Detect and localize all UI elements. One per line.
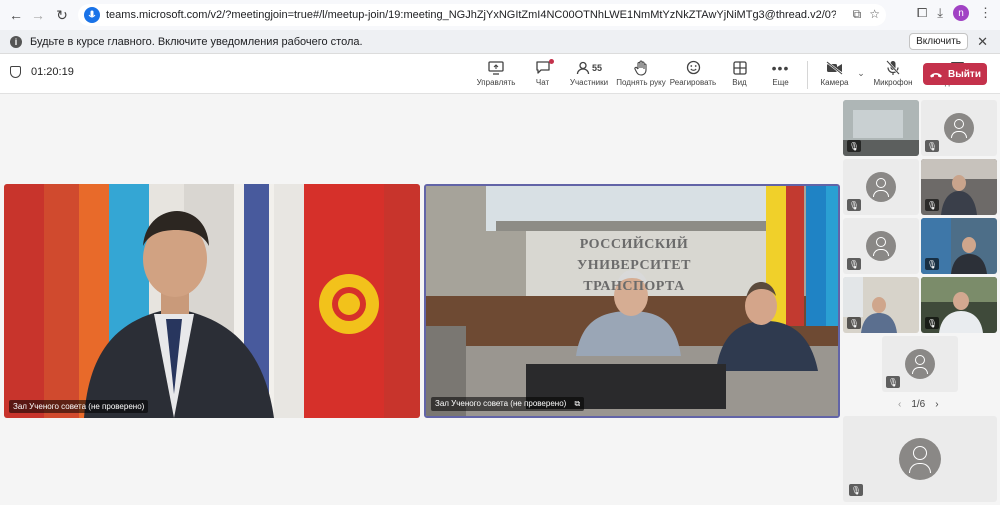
more-button[interactable]: ••• Еще [760,58,801,92]
chat-icon [535,58,554,77]
gallery-tile[interactable]: 🎙 [921,277,997,333]
page-indicator: 1/6 [911,399,926,410]
shield-icon [10,66,21,78]
hall-banner: РОССИЙСКИЙ УНИВЕРСИТЕТ ТРАНСПОРТА [569,234,699,297]
mic-muted-icon: 🎙 [847,258,861,270]
leave-label: Выйти [948,68,981,80]
forward-icon[interactable]: → [26,3,50,27]
leave-button[interactable]: Выйти [923,63,987,85]
avatar-icon [866,231,896,261]
url-text: teams.microsoft.com/v2/?meetingjoin=true… [106,9,836,21]
react-button[interactable]: Реагировать [667,58,719,92]
banner-line-3: ТРАНСПОРТА [583,279,685,294]
gallery-tile[interactable]: 🎙 [921,218,997,274]
video-tile-speaker[interactable]: Зал Ученого совета (не проверено) [4,184,420,418]
video-tile-hall[interactable]: РОССИЙСКИЙ УНИВЕРСИТЕТ ТРАНСПОРТА Зал Уч… [424,184,840,418]
enable-notifications-button[interactable]: Включить [909,33,968,50]
camera-button[interactable]: Камера [814,58,855,92]
gallery-tile[interactable]: 🎙 [921,159,997,215]
manage-button[interactable]: Управлять [470,58,522,92]
gallery-tile[interactable]: 🎙 [882,336,958,392]
avatar-icon [866,172,896,202]
mic-muted-icon: 🎙 [847,317,861,329]
avatar-icon [944,113,974,143]
more-label: Еще [772,78,789,87]
speaker-video-feed [4,184,420,418]
mic-muted-icon: 🎙 [925,199,939,211]
mic-muted-icon: 🎙 [925,140,939,152]
video-label: Зал Ученого совета (не проверено) [9,400,149,413]
raise-hand-icon [634,58,648,77]
participants-button[interactable]: 55 Участники [563,58,615,92]
self-view-tile[interactable]: 🎙 [843,416,997,502]
gallery-pager: ‹ 1/6 › [898,399,939,410]
raise-hand-button[interactable]: Поднять руку [615,58,667,92]
mic-muted-icon: 🎙 [849,484,863,496]
screen-share-icon: ⧉ [574,399,581,408]
mic-off-icon [886,58,900,77]
react-icon [686,58,701,77]
share-screen-icon [488,58,504,77]
banner-line-1: РОССИЙСКИЙ [579,237,689,252]
mic-muted-icon: 🎙 [847,199,861,211]
camera-options-chevron-icon[interactable]: ⌄ [855,58,867,88]
meeting-stage: Зал Ученого совета (не проверено) РОССИЙ… [0,94,1000,505]
view-label: Вид [732,78,747,87]
gallery-tile[interactable]: 🎙 [843,159,919,215]
video-label-text: Зал Ученого совета (не проверено) [435,399,567,408]
raise-hand-label: Поднять руку [616,78,666,87]
gallery-tile[interactable]: 🎙 [921,100,997,156]
unread-dot [548,59,554,64]
extensions-icon[interactable]: ⧠ [917,5,927,21]
mic-muted-icon: 🎙 [886,376,900,388]
close-icon[interactable]: ✕ [977,34,988,50]
microphone-button[interactable]: Микрофон [867,58,919,92]
mic-muted-icon: 🎙 [925,258,939,270]
reload-icon[interactable]: ↻ [50,3,74,27]
microphone-label: Микрофон [873,78,913,87]
notification-bar: i Будьте в курсе главного. Включите увед… [0,30,1000,54]
gallery-tile[interactable]: 🎙 [843,218,919,274]
mic-site-icon[interactable] [84,7,100,23]
avatar-icon [905,349,935,379]
people-icon: 55 [576,58,602,77]
meeting-timer: 01:20:19 [31,66,74,78]
mic-muted-icon: 🎙 [847,140,861,152]
back-icon[interactable]: ← [4,3,28,27]
profile-avatar[interactable]: n [953,5,969,21]
meeting-toolbar: 01:20:19 Управлять Чат 55 Участники Подн… [0,54,1000,94]
chevron-left-icon[interactable]: ‹ [898,399,901,410]
participants-label: Участники [569,78,609,87]
address-bar[interactable]: teams.microsoft.com/v2/?meetingjoin=true… [78,4,886,26]
manage-label: Управлять [476,78,516,87]
notification-text: Будьте в курсе главного. Включите уведом… [30,35,363,48]
browser-toolbar: ← → ↻ teams.microsoft.com/v2/?meetingjoi… [0,0,1000,30]
chrome-menu-icon[interactable]: ⋮ [979,5,992,21]
toolbar-divider [807,61,808,89]
install-app-icon[interactable]: ⧉ [853,7,862,22]
mic-muted-icon: 🎙 [925,317,939,329]
chevron-right-icon[interactable]: › [935,399,938,410]
hang-up-icon [930,72,943,77]
gallery-tile[interactable]: 🎙 [843,100,919,156]
participants-count: 55 [591,62,602,73]
video-label: Зал Ученого совета (не проверено) ⧉ [431,397,585,411]
camera-off-icon [826,58,843,77]
view-button[interactable]: Вид [719,58,760,92]
banner-line-2: УНИВЕРСИТЕТ [577,258,691,273]
hall-video-feed [426,186,838,416]
gallery-tile[interactable]: 🎙 [843,277,919,333]
bookmark-star-icon[interactable]: ☆ [869,7,880,22]
chat-label: Чат [535,78,550,87]
react-label: Реагировать [669,78,717,87]
camera-label: Камера [820,78,849,87]
chat-button[interactable]: Чат [522,58,563,92]
more-icon: ••• [771,59,790,76]
info-icon: i [10,35,22,48]
avatar-icon [899,438,941,480]
download-icon[interactable]: ⤓ [937,5,943,21]
view-grid-icon [732,58,747,77]
